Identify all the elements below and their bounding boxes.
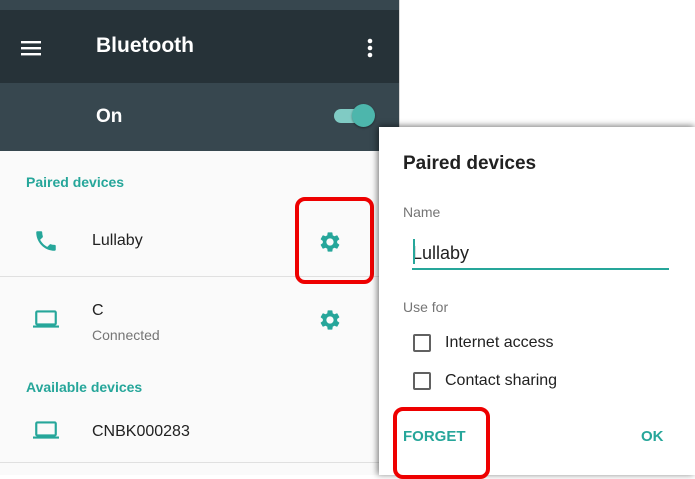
gear-highlight-box	[295, 197, 374, 284]
laptop-icon	[33, 306, 59, 332]
device-name: Lullaby	[92, 232, 143, 249]
device-name: CNBK000283	[92, 423, 190, 440]
text-cursor	[413, 239, 415, 264]
switch-label: On	[96, 106, 123, 127]
bluetooth-toggle[interactable]	[330, 102, 376, 128]
contact-sharing-checkbox[interactable]	[413, 372, 431, 390]
forget-highlight-box	[393, 407, 490, 479]
available-devices-header: Available devices	[26, 379, 143, 395]
ok-button[interactable]: OK	[641, 428, 664, 445]
laptop-icon	[33, 417, 59, 443]
internet-access-checkbox[interactable]	[413, 334, 431, 352]
available-device-row[interactable]: CNBK000283	[0, 406, 399, 462]
toggle-thumb	[352, 104, 375, 127]
more-vert-icon[interactable]	[361, 36, 379, 60]
option-label: Internet access	[445, 334, 554, 351]
phone-icon	[33, 228, 59, 254]
divider	[0, 462, 399, 463]
page-title: Bluetooth	[96, 34, 194, 57]
gear-icon[interactable]	[318, 308, 342, 332]
title-bar: Bluetooth	[0, 10, 399, 83]
paired-device-row-c[interactable]: C Connected	[0, 277, 399, 359]
bluetooth-master-switch-bar[interactable]: On	[0, 83, 399, 151]
dialog-title: Paired devices	[403, 153, 537, 174]
device-name-input[interactable]	[412, 238, 669, 270]
device-status: Connected	[92, 327, 160, 343]
paired-devices-header: Paired devices	[26, 174, 125, 190]
device-name: C	[92, 302, 104, 319]
option-label: Contact sharing	[445, 372, 558, 389]
use-for-label: Use for	[403, 299, 449, 315]
name-label: Name	[403, 204, 441, 220]
hamburger-menu-icon[interactable]	[20, 36, 44, 60]
